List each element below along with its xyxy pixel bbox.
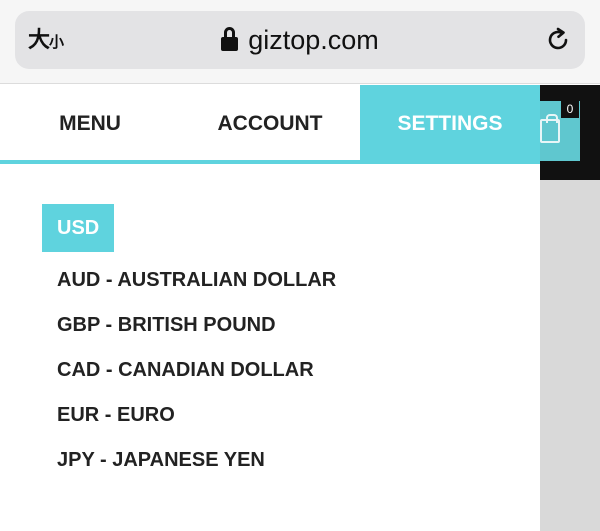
reload-icon[interactable]: [545, 27, 571, 53]
drawer-tabs: MENU ACCOUNT SETTINGS: [0, 85, 540, 164]
currency-list: USD AUD - AUSTRALIAN DOLLAR GBP - BRITIS…: [42, 204, 336, 471]
currency-option-gbp[interactable]: GBP - BRITISH POUND: [57, 313, 276, 337]
tab-account[interactable]: ACCOUNT: [180, 85, 360, 160]
currency-option-cad[interactable]: CAD - CANADIAN DOLLAR: [57, 358, 314, 382]
currency-selected-usd[interactable]: USD: [42, 204, 115, 252]
url-display[interactable]: giztop.com: [15, 24, 585, 56]
url-domain: giztop.com: [248, 25, 379, 55]
lock-icon: [221, 27, 239, 51]
shopping-bag-icon: [540, 114, 560, 143]
address-bar[interactable]: 大小 giztop.com: [15, 11, 585, 69]
tab-settings[interactable]: SETTINGS: [360, 85, 540, 160]
cart-count-badge: 0: [561, 101, 579, 118]
currency-option-jpy[interactable]: JPY - JAPANESE YEN: [57, 448, 265, 472]
tab-menu[interactable]: MENU: [0, 85, 180, 160]
currency-option-aud[interactable]: AUD - AUSTRALIAN DOLLAR: [57, 268, 336, 292]
currency-option-eur[interactable]: EUR - EURO: [57, 403, 175, 427]
side-drawer: MENU ACCOUNT SETTINGS USD AUD - AUSTRALI…: [0, 85, 540, 531]
browser-toolbar: 大小 giztop.com: [0, 0, 600, 84]
